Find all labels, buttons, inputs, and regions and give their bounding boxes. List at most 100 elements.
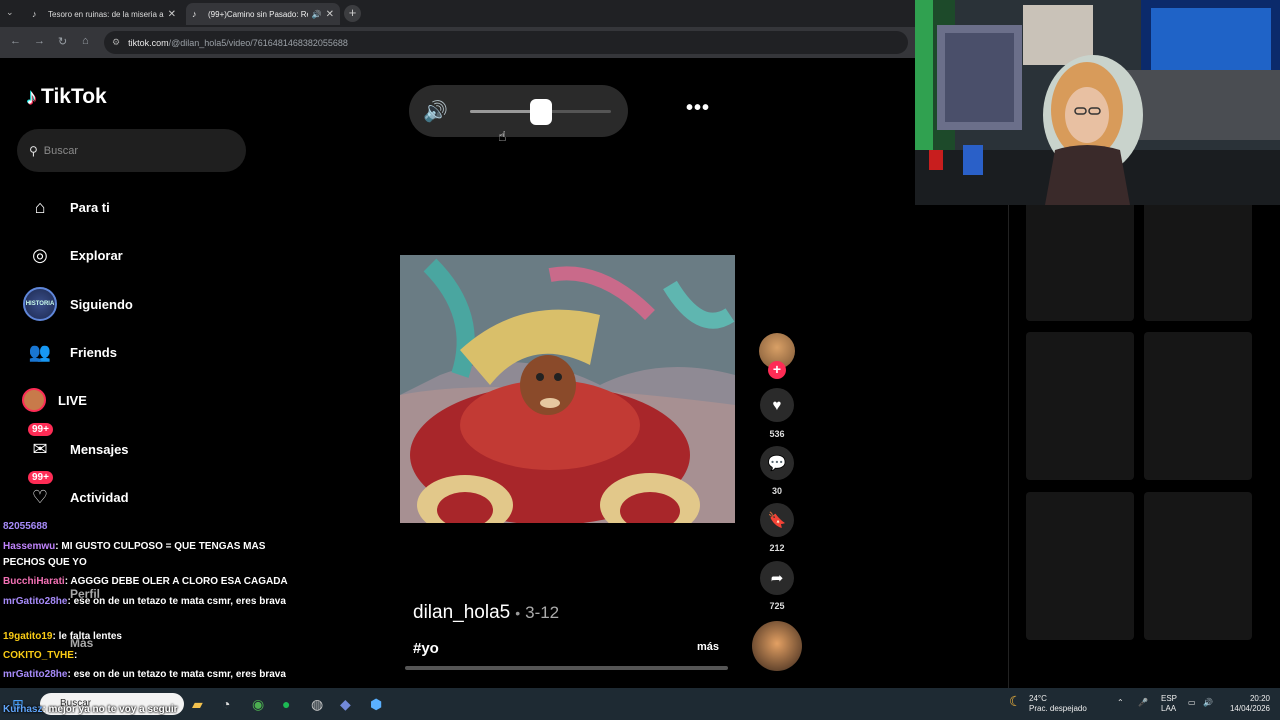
comment-button[interactable]: 💬 — [760, 446, 794, 480]
heart-icon: ♥ — [772, 396, 782, 414]
search-icon: ⚲ — [29, 143, 38, 158]
webcam-overlay — [915, 0, 1280, 205]
site-info-icon[interactable]: ⚙ — [112, 37, 120, 48]
discord-icon[interactable]: ◆ — [340, 696, 351, 713]
reload-icon[interactable]: ↻ — [58, 35, 67, 48]
chat-message: 82055688 — [3, 519, 303, 535]
chat-username: Kurhasz — [3, 704, 43, 715]
app-icon[interactable]: ⬢ — [370, 696, 382, 713]
sidebar-item-label: Actividad — [70, 489, 129, 505]
video-player[interactable] — [400, 255, 735, 523]
network-icon[interactable]: ▭ — [1188, 698, 1196, 708]
tab-audio-icon[interactable]: 🔊 — [312, 10, 322, 19]
clock-date: 14/04/2026 — [1229, 704, 1270, 713]
chat-username: 19gatito19 — [3, 631, 53, 642]
new-tab-button[interactable]: + — [344, 5, 361, 22]
comment-count: 30 — [771, 486, 782, 496]
clock-time: 20:20 — [1249, 694, 1270, 703]
sidebar-item-explorar[interactable]: ◎ Explorar — [22, 237, 123, 273]
more-description-link[interactable]: más — [697, 641, 719, 653]
chat-text: : mejor ya no te voy a seguir — [42, 704, 178, 715]
chat-message: mrGatito28he: ese on de un tetazo te mat… — [3, 594, 303, 610]
weather-desc: Prac. despejado — [1029, 704, 1087, 713]
related-video-tile[interactable] — [1026, 492, 1134, 640]
home-icon[interactable]: ⌂ — [82, 35, 89, 47]
chat-message: COKITO_TVHE: — [3, 648, 303, 664]
browser-address-bar: ← → ↻ ⌂ ⚙ tiktok.com/@dilan_hola5/video/… — [0, 27, 915, 58]
search-input[interactable] — [43, 144, 224, 157]
sidebar-item-live[interactable]: LIVE — [22, 382, 87, 418]
obs-icon[interactable]: ◍ — [311, 696, 323, 713]
back-arrow-icon[interactable]: ← — [10, 35, 21, 47]
microphone-icon[interactable]: 🎤 — [1138, 698, 1148, 708]
volume-slider-thumb[interactable] — [529, 99, 552, 125]
chat-message: mrGatito28he: ese on de un tetazo te mat… — [3, 667, 303, 683]
sidebar-item-label: Explorar — [70, 247, 123, 263]
url-field[interactable]: ⚙ tiktok.com/@dilan_hola5/video/76164814… — [104, 31, 908, 54]
sidebar-item-label: Friends — [70, 344, 117, 360]
windows-taskbar: ⊞ Buscar Kurhasz: mejor ya no te voy a s… — [0, 688, 1280, 720]
url-host: tiktok.com — [128, 37, 169, 48]
messages-icon: ✉ 99+ — [22, 423, 58, 467]
follow-plus-button[interactable]: + — [768, 361, 786, 379]
related-video-tile[interactable] — [1144, 332, 1252, 480]
sidebar-item-siguiendo[interactable]: HISTORIA Siguiendo — [22, 286, 133, 322]
browser-tab-bar: ⌄ ♪ Tesoro en ruinas: de la miseria a...… — [0, 0, 915, 27]
tab-search-icon[interactable]: ⌄ — [6, 7, 14, 18]
tiktok-note-icon: ♪ — [26, 84, 37, 109]
sidebar-item-mensajes[interactable]: ✉ 99+ Mensajes — [22, 423, 129, 467]
sidebar-item-friends[interactable]: 👥 Friends — [22, 334, 117, 370]
browser-tab-1[interactable]: ♪ Tesoro en ruinas: de la miseria a... ✕ — [26, 3, 182, 25]
mouse-pointer-icon: ☝ — [498, 128, 507, 144]
related-video-tile[interactable] — [1144, 492, 1252, 640]
notification-badge: 99+ — [28, 471, 53, 484]
sidebar-item-para-ti[interactable]: ⌂ Para ti — [22, 189, 110, 225]
friends-icon: 👥 — [28, 341, 52, 362]
language-code: ESP — [1161, 694, 1178, 703]
language-indicator[interactable]: ESP LAA — [1161, 694, 1177, 714]
post-date: 3-12 — [525, 603, 560, 622]
close-tab-icon[interactable]: ✕ — [168, 9, 176, 20]
activity-icon: ♡ 99+ — [22, 471, 58, 515]
comment-icon: 💬 — [767, 455, 787, 472]
save-button[interactable]: 🔖 — [760, 503, 794, 537]
sidebar-item-actividad[interactable]: ♡ 99+ Actividad — [22, 471, 129, 515]
share-button[interactable]: ➦ — [760, 561, 794, 595]
separator-dot: • — [515, 605, 521, 621]
speaker-icon[interactable]: 🔊 — [423, 99, 448, 124]
browser-tab-2-active[interactable]: ♪ (99+)Camino sin Pasado: Re... 🔊 ✕ — [186, 3, 340, 25]
more-options-icon[interactable]: ••• — [686, 97, 710, 120]
tiktok-logo[interactable]: ♪ TikTok — [26, 84, 107, 110]
author-name[interactable]: dilan_hola5 — [413, 602, 510, 624]
volume-slider[interactable] — [470, 99, 611, 125]
language-layout: LAA — [1161, 704, 1177, 713]
like-button[interactable]: ♥ — [760, 388, 794, 422]
chat-message: 19gatito19: le falta lentes — [3, 629, 303, 645]
related-video-tile[interactable] — [1026, 332, 1134, 480]
clock[interactable]: 20:20 14/04/2026 — [1226, 694, 1270, 714]
chat-username: 82055688 — [3, 521, 48, 532]
forward-arrow-icon[interactable]: → — [34, 35, 45, 47]
sidebar-item-label: Para ti — [70, 199, 110, 215]
chat-text: : — [73, 650, 78, 661]
tab-title: (99+)Camino sin Pasado: Re... — [208, 9, 308, 19]
close-tab-icon[interactable]: ✕ — [326, 9, 334, 20]
chat-text: : le falta lentes — [52, 631, 122, 642]
volume-icon[interactable]: 🔊 — [1203, 698, 1213, 708]
music-disc-avatar[interactable] — [752, 621, 802, 671]
weather-widget[interactable]: 24°C Prac. despejado — [1029, 694, 1087, 714]
weather-temp: 24°C — [1029, 694, 1047, 703]
share-arrow-icon: ➦ — [770, 570, 784, 587]
bookmark-icon: 🔖 — [767, 512, 787, 529]
save-count: 212 — [769, 543, 785, 553]
search-box[interactable]: ⚲ — [17, 129, 246, 172]
live-avatar — [22, 382, 46, 418]
chat-username: Hassemwu — [3, 541, 56, 552]
video-hashtag[interactable]: #yo — [413, 640, 439, 656]
video-progress-bar[interactable] — [405, 666, 728, 670]
tiktok-favicon-icon: ♪ — [32, 9, 37, 19]
tray-chevron-icon[interactable]: ⌃ — [1117, 698, 1124, 708]
home-icon: ⌂ — [34, 196, 46, 217]
sidebar-item-label: Mensajes — [70, 441, 129, 457]
sidebar-item-label: Siguiendo — [70, 296, 133, 312]
